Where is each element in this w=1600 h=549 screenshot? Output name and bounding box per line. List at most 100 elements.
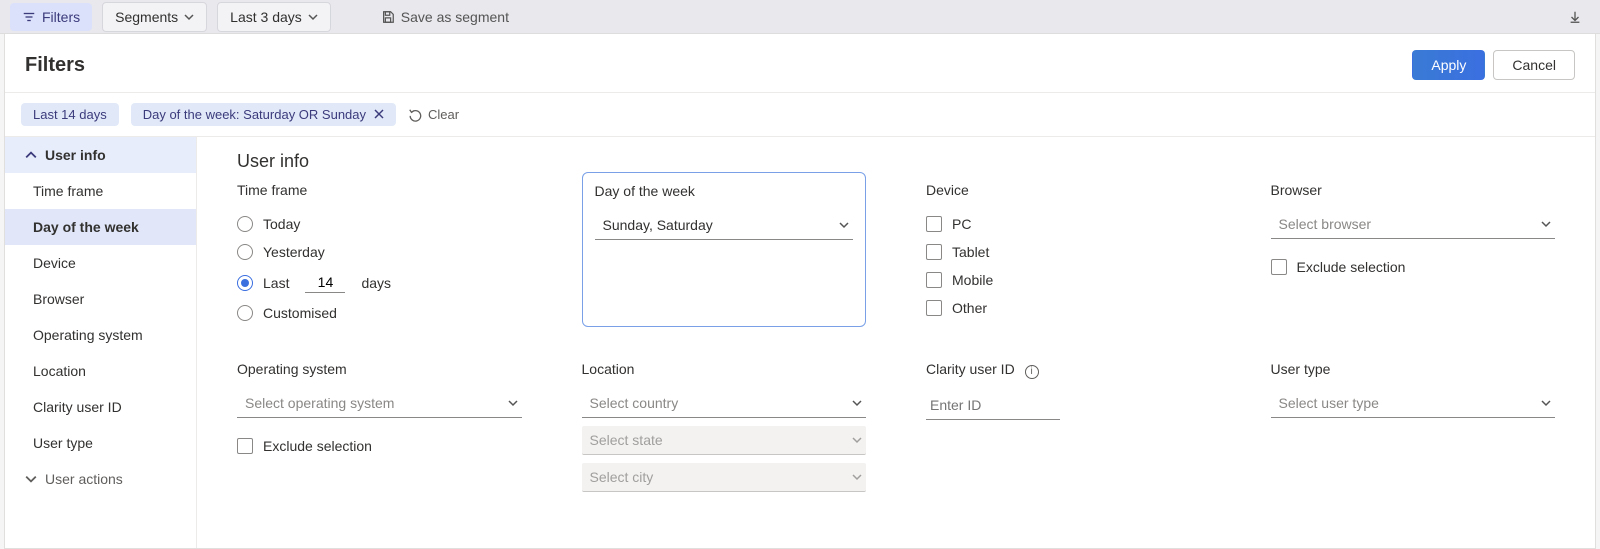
top-toolbar: Filters Segments Last 3 days Save as seg… [0, 0, 1600, 34]
chip-label: Last 14 days [33, 107, 107, 122]
last-prefix: Last [263, 275, 289, 291]
check-browser-exclude[interactable]: Exclude selection [1271, 253, 1556, 281]
group-browser: Browser Select browser Exclude selection [1271, 182, 1556, 327]
sidebar-item-clarity-id[interactable]: Clarity user ID [5, 389, 196, 425]
check-os-exclude[interactable]: Exclude selection [237, 432, 522, 460]
filters-lines-icon [22, 10, 36, 24]
group-user-type: User type Select user type [1271, 361, 1556, 492]
filters-toolbar-button[interactable]: Filters [10, 3, 92, 31]
radio-yesterday-label: Yesterday [263, 244, 325, 260]
chevron-down-icon [25, 473, 37, 485]
filters-toolbar-label: Filters [42, 9, 80, 25]
chevron-down-icon [852, 472, 862, 482]
country-placeholder: Select country [590, 395, 679, 411]
state-placeholder: Select state [590, 432, 663, 448]
day-of-week-select[interactable]: Sunday, Saturday [595, 211, 854, 240]
browser-exclude-label: Exclude selection [1297, 259, 1406, 275]
check-mobile[interactable]: Mobile [926, 266, 1211, 294]
undo-icon [408, 108, 422, 122]
clear-label: Clear [428, 107, 459, 122]
sidebar-item-day-of-week[interactable]: Day of the week [5, 209, 196, 245]
group-location: Location Select country Select state Sel… [582, 361, 867, 492]
radio-last-n-days[interactable]: Last days [237, 266, 522, 299]
location-state-select: Select state [582, 426, 867, 455]
clarity-id-input[interactable] [926, 391, 1060, 420]
radio-customised-label: Customised [263, 305, 337, 321]
sidebar-item-time-frame[interactable]: Time frame [5, 173, 196, 209]
chevron-down-icon [852, 398, 862, 408]
group-device: Device PC Tablet Mobile Other [926, 182, 1211, 327]
sidebar-section-user-actions[interactable]: User actions [5, 461, 196, 497]
sidebar-section-user-info[interactable]: User info [5, 137, 196, 173]
modal-title: Filters [25, 54, 85, 77]
mobile-label: Mobile [952, 272, 993, 288]
chevron-up-icon [25, 149, 37, 161]
chip-last-14-days[interactable]: Last 14 days [21, 103, 119, 126]
sidebar-item-user-type[interactable]: User type [5, 425, 196, 461]
sidebar-item-browser[interactable]: Browser [5, 281, 196, 317]
day-of-week-label: Day of the week [595, 183, 854, 199]
tablet-label: Tablet [952, 244, 989, 260]
apply-button[interactable]: Apply [1412, 50, 1485, 80]
group-os: Operating system Select operating system… [237, 361, 522, 492]
filters-sidebar: User info Time frame Day of the week Dev… [5, 137, 197, 548]
save-as-segment-label: Save as segment [401, 9, 509, 25]
last-suffix: days [361, 275, 391, 291]
location-city-select: Select city [582, 463, 867, 492]
radio-today-label: Today [263, 216, 300, 232]
clear-filters-button[interactable]: Clear [408, 107, 459, 122]
os-select[interactable]: Select operating system [237, 389, 522, 418]
date-range-dropdown[interactable]: Last 3 days [217, 2, 331, 32]
user-type-label: User type [1271, 361, 1556, 377]
radio-customised[interactable]: Customised [237, 299, 522, 327]
radio-yesterday[interactable]: Yesterday [237, 238, 522, 266]
info-icon[interactable]: i [1025, 365, 1039, 379]
filters-modal: Filters Apply Cancel Last 14 days Day of… [4, 34, 1596, 549]
sidebar-user-info-label: User info [45, 147, 106, 163]
check-other[interactable]: Other [926, 294, 1211, 322]
other-label: Other [952, 300, 987, 316]
content-heading: User info [237, 151, 1555, 172]
sidebar-item-os[interactable]: Operating system [5, 317, 196, 353]
user-type-placeholder: Select user type [1279, 395, 1379, 411]
filters-content: User info Time frame Today Yesterday [197, 137, 1595, 548]
browser-placeholder: Select browser [1279, 216, 1372, 232]
last-n-days-input[interactable] [305, 272, 345, 293]
chip-day-of-week[interactable]: Day of the week: Saturday OR Sunday [131, 103, 396, 126]
segments-dropdown[interactable]: Segments [102, 2, 207, 32]
date-range-label: Last 3 days [230, 9, 302, 25]
cancel-button[interactable]: Cancel [1493, 50, 1575, 80]
modal-header: Filters Apply Cancel [5, 34, 1595, 93]
chevron-down-icon [1541, 219, 1551, 229]
sidebar-user-actions-label: User actions [45, 471, 123, 487]
chevron-down-icon [852, 435, 862, 445]
chevron-down-icon [184, 12, 194, 22]
checkbox-icon [926, 272, 942, 288]
sidebar-item-device[interactable]: Device [5, 245, 196, 281]
chip-label: Day of the week: Saturday OR Sunday [143, 107, 366, 122]
check-tablet[interactable]: Tablet [926, 238, 1211, 266]
chevron-down-icon [508, 398, 518, 408]
browser-label: Browser [1271, 182, 1556, 198]
checkbox-icon [237, 438, 253, 454]
time-frame-label: Time frame [237, 182, 522, 198]
close-icon[interactable] [374, 107, 384, 122]
checkbox-icon [1271, 259, 1287, 275]
user-type-select[interactable]: Select user type [1271, 389, 1556, 418]
save-as-segment-button[interactable]: Save as segment [369, 3, 521, 31]
check-pc[interactable]: PC [926, 210, 1211, 238]
radio-today[interactable]: Today [237, 210, 522, 238]
radio-icon [237, 216, 253, 232]
checkbox-icon [926, 244, 942, 260]
city-placeholder: Select city [590, 469, 654, 485]
sidebar-item-location[interactable]: Location [5, 353, 196, 389]
download-icon[interactable] [1568, 10, 1582, 24]
chevron-down-icon [1541, 398, 1551, 408]
location-country-select[interactable]: Select country [582, 389, 867, 418]
browser-select[interactable]: Select browser [1271, 210, 1556, 239]
segments-label: Segments [115, 9, 178, 25]
location-label: Location [582, 361, 867, 377]
radio-icon [237, 275, 253, 291]
pc-label: PC [952, 216, 971, 232]
checkbox-icon [926, 300, 942, 316]
